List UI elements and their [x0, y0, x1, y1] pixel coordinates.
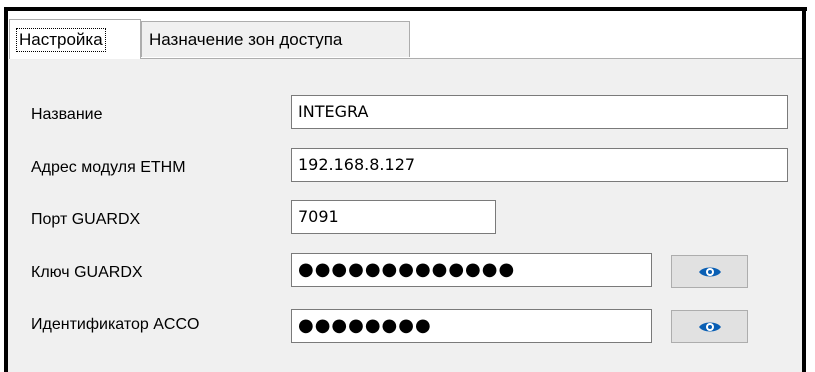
key-field[interactable]: ●●●●●●●●●●●●● [291, 253, 652, 287]
settings-dialog: Настройка Назначение зон доступа Названи… [8, 11, 802, 372]
port-label: Порт GUARDX [31, 211, 141, 228]
name-field[interactable]: INTEGRA [291, 95, 788, 129]
acco-id-field[interactable]: ●●●●●●●● [291, 309, 652, 343]
name-label: Название [31, 106, 103, 123]
port-field[interactable]: 7091 [291, 200, 496, 234]
tab-settings[interactable]: Настройка [9, 19, 141, 59]
acco-id-label: Идентификатор ACCO [31, 316, 200, 333]
tab-settings-label: Настройка [16, 28, 106, 52]
window-right-border [802, 7, 806, 372]
address-label: Адрес модуля ETHM [31, 159, 186, 176]
show-key-button[interactable] [671, 255, 748, 288]
tab-access-zones[interactable]: Назначение зон доступа [141, 21, 410, 57]
show-id-button[interactable] [671, 310, 748, 343]
settings-panel: Название INTEGRA Адрес модуля ETHM 192.1… [8, 59, 802, 372]
address-field[interactable]: 192.168.8.127 [291, 148, 788, 182]
tab-strip: Настройка Назначение зон доступа [8, 11, 802, 59]
tab-access-zones-label: Назначение зон доступа [149, 30, 343, 49]
eye-icon [698, 267, 721, 276]
eye-icon [698, 322, 721, 331]
key-label: Ключ GUARDX [31, 264, 143, 281]
